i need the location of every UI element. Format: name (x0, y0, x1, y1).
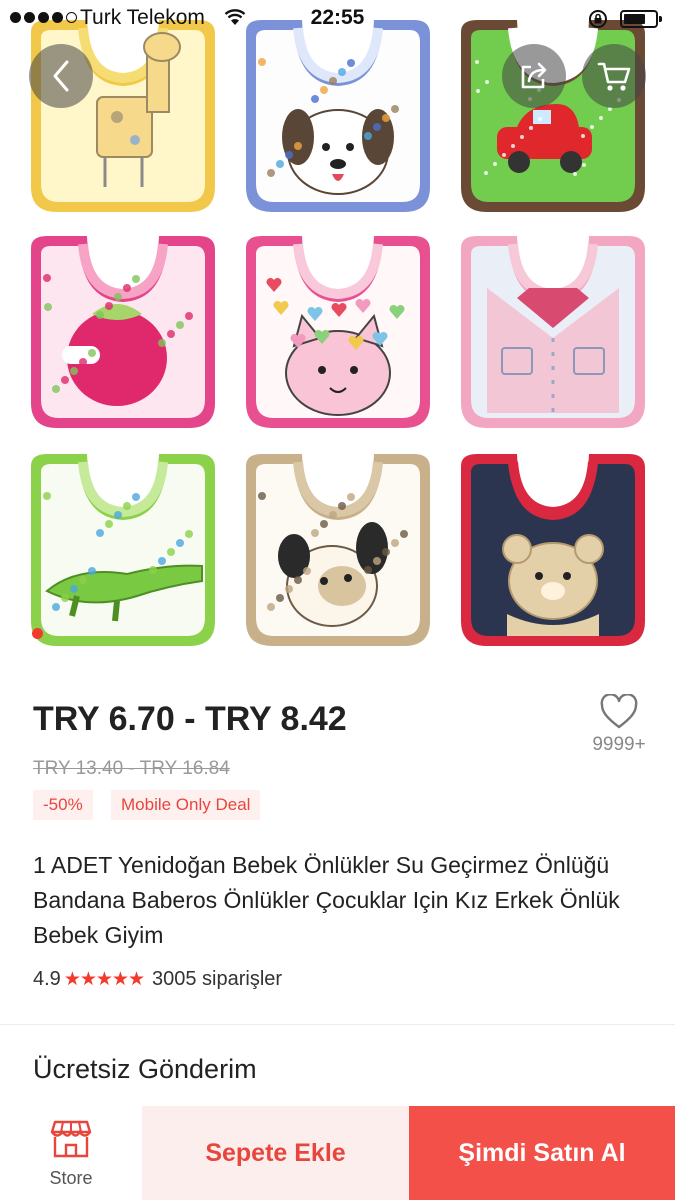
original-price-range: TRY 13.40 - TRY 16.84 (33, 758, 230, 779)
bottom-action-bar: Store Sepete Ekle Şimdi Satın Al (0, 1106, 675, 1200)
wishlist-count: 9999+ (592, 734, 646, 755)
status-bar: Turk Telekom 22:55 (0, 0, 675, 38)
shipping-info[interactable]: Ücretsiz Gönderim (33, 1054, 257, 1085)
rotation-lock-icon (589, 10, 607, 28)
section-divider (0, 1024, 675, 1025)
bib-crocodile (17, 446, 229, 658)
battery-icon (620, 10, 662, 28)
store-label: Store (49, 1168, 93, 1188)
price-range: TRY 6.70 - TRY 8.42 (33, 700, 347, 738)
product-title: 1 ADET Yenidoğan Bebek Önlükler Su Geçir… (33, 852, 620, 948)
heart-icon (600, 694, 638, 729)
chevron-left-icon (53, 60, 69, 92)
image-page-indicator (32, 628, 43, 639)
mobile-deal-badge: Mobile Only Deal (111, 790, 261, 820)
rating-stars: ★★★★★ (63, 969, 145, 990)
rating-value: 4.9 (33, 968, 61, 990)
cart-button[interactable] (582, 44, 646, 108)
store-button[interactable]: Store (0, 1106, 142, 1200)
back-button[interactable] (29, 44, 93, 108)
product-image[interactable] (0, 0, 675, 660)
discount-badge: -50% (33, 790, 93, 820)
store-icon (50, 1120, 92, 1158)
bib-puppy (232, 12, 444, 224)
bib-giraffe (17, 12, 229, 224)
share-icon (521, 62, 547, 89)
bib-dog (232, 446, 444, 658)
clock: 22:55 (310, 6, 365, 29)
add-to-cart-button[interactable]: Sepete Ekle (142, 1106, 409, 1200)
rating-row[interactable]: 4.9 ★★★★★ 3005 siparişler (33, 968, 282, 991)
wishlist-button[interactable]: 9999+ (584, 694, 654, 756)
bib-bear (447, 446, 659, 658)
share-button[interactable] (502, 44, 566, 108)
bib-vest (447, 228, 659, 440)
bib-strawberry (17, 228, 229, 440)
bib-cat (232, 228, 444, 440)
shopping-cart-icon (597, 62, 631, 91)
bib-car (447, 12, 659, 224)
buy-now-button[interactable]: Şimdi Satın Al (409, 1106, 675, 1200)
order-count: 3005 siparişler (151, 968, 283, 990)
